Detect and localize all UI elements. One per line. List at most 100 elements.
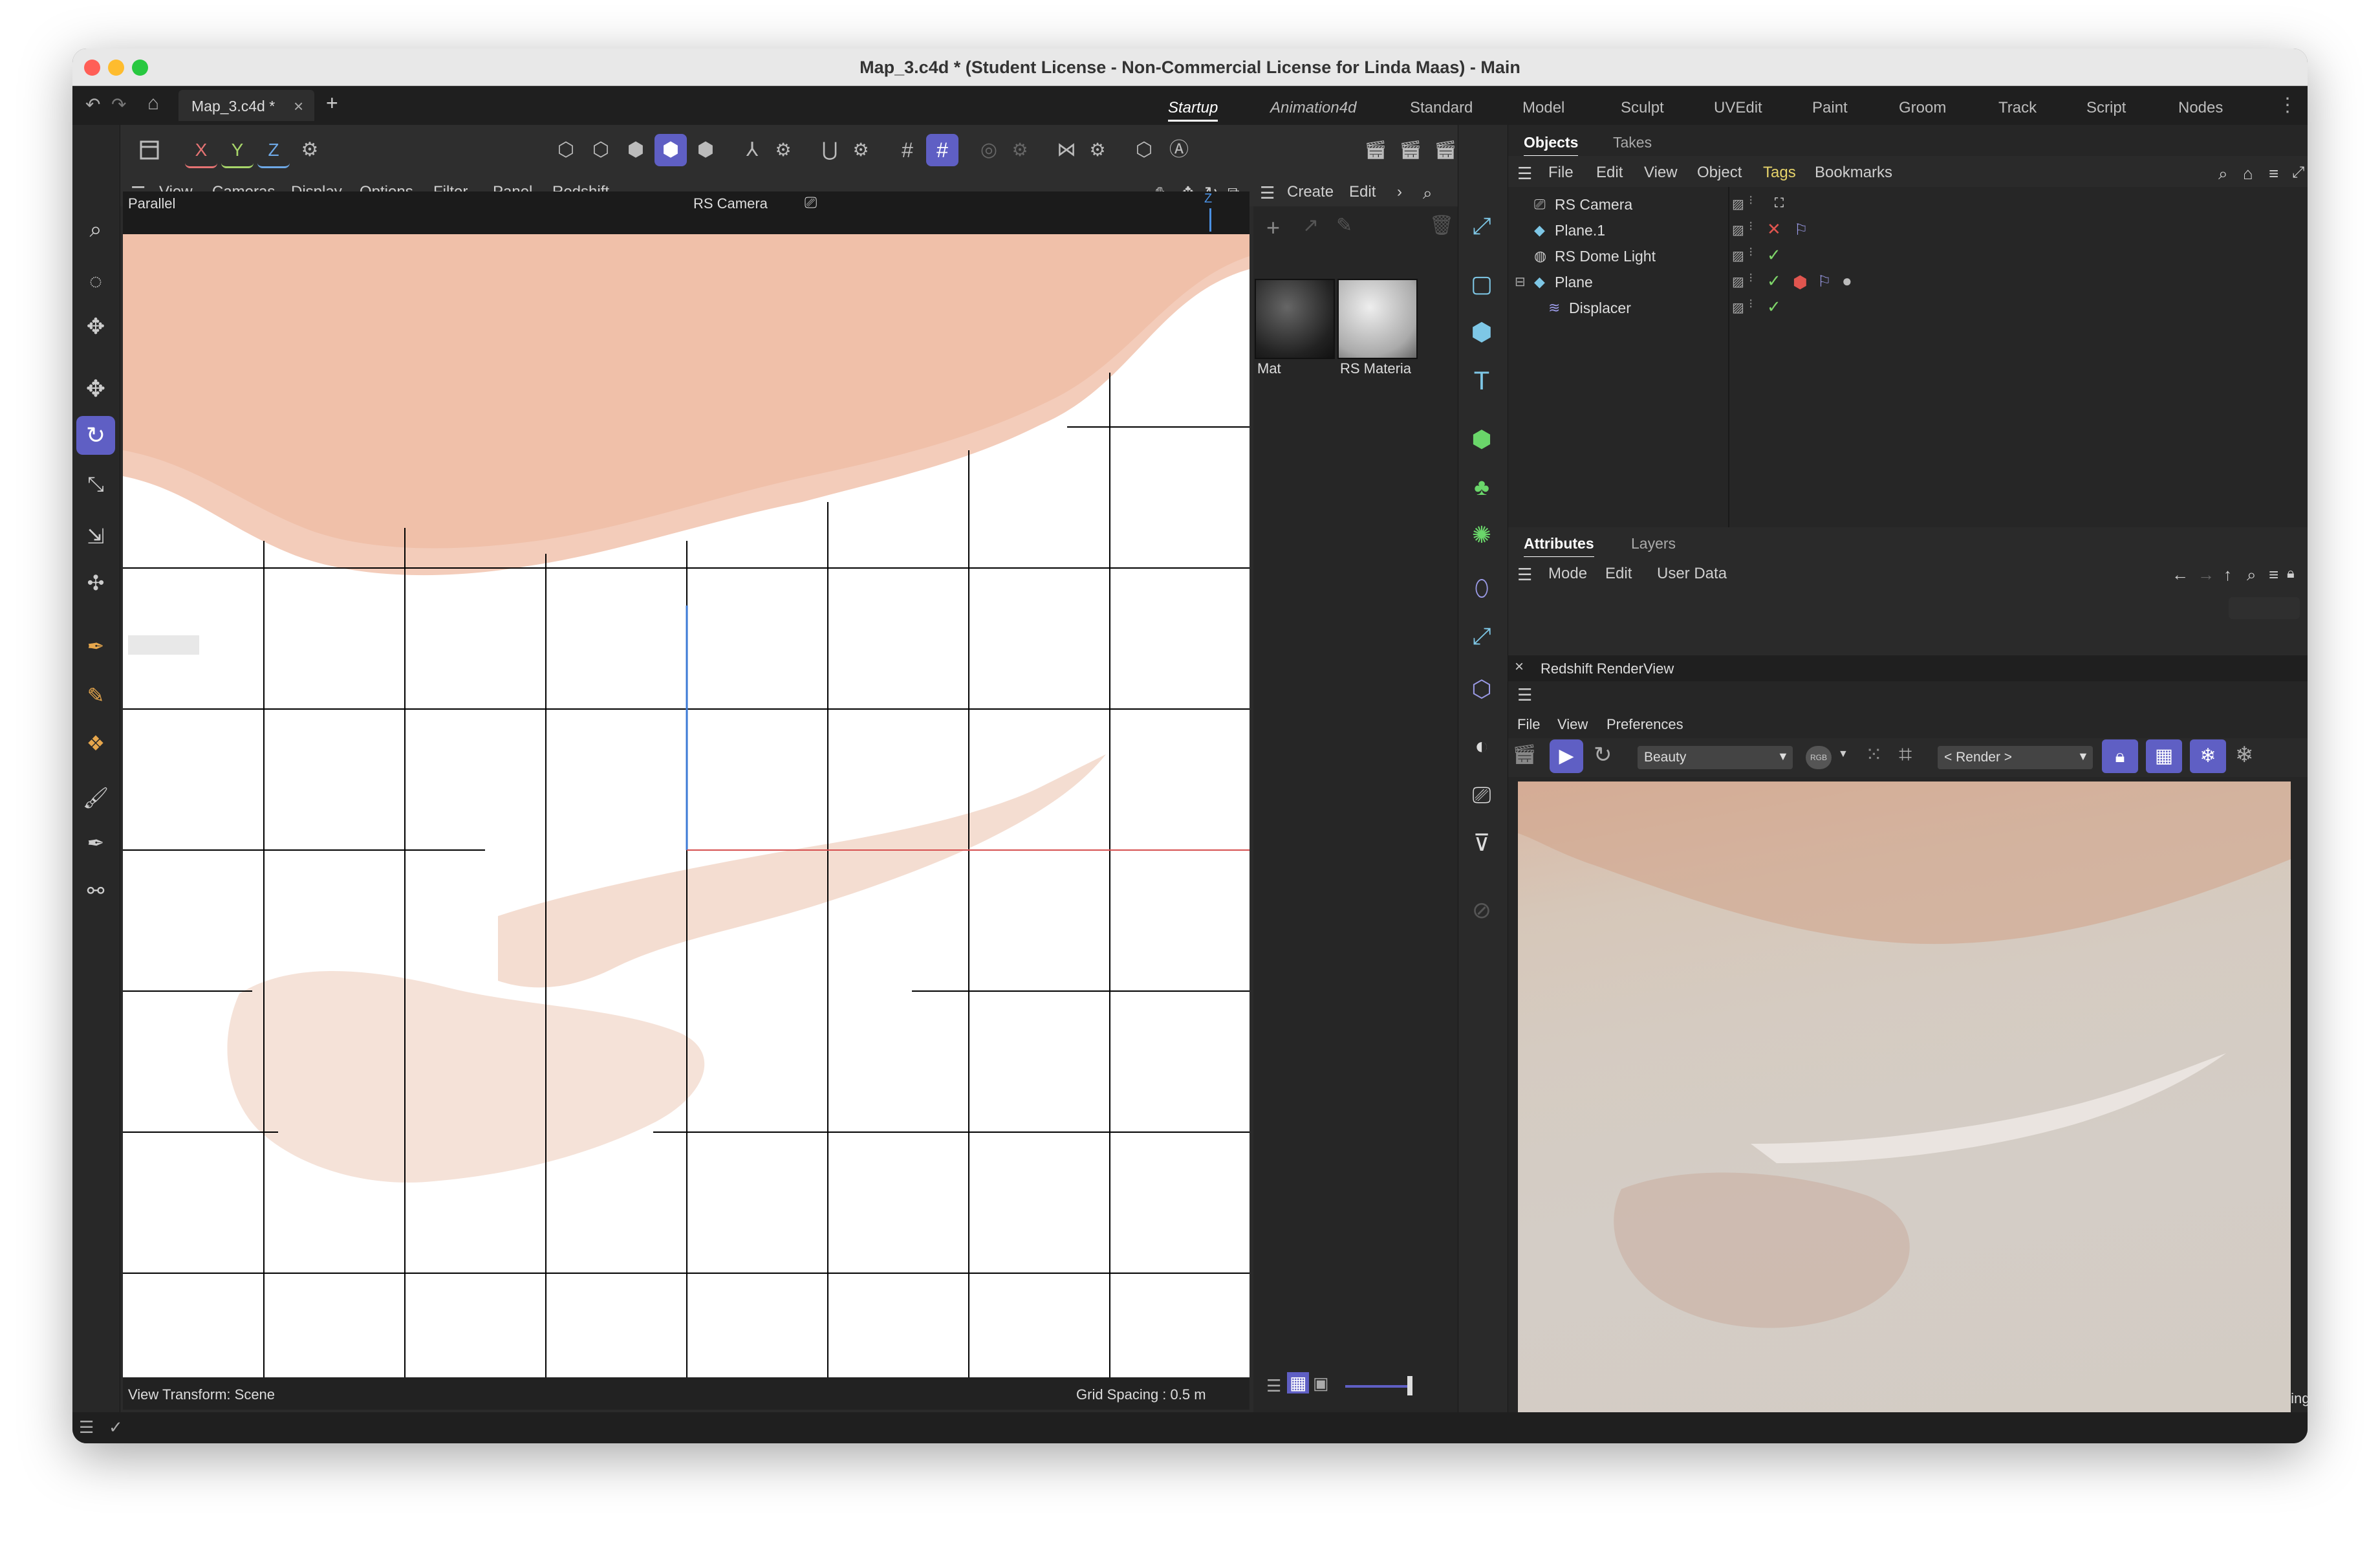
edges-mode-icon[interactable]: ⬡ [585,134,617,166]
attribute-menu-mode[interactable]: Mode [1548,565,1587,583]
eyedropper-icon[interactable]: ✎ [1336,214,1352,237]
workspace-sculpt[interactable]: Sculpt [1621,99,1664,117]
brush-icon[interactable]: 🖌︎ [76,778,115,817]
enabled-check-icon[interactable]: ✓ [1767,271,1781,291]
redo-icon[interactable]: ↷ [111,94,126,115]
status-menu-icon[interactable]: ☰ [79,1417,94,1437]
sculpt-pen-icon[interactable]: ✒ [76,824,115,862]
object-menu-tags[interactable]: Tags [1763,164,1796,182]
object-filter-icon[interactable]: ≡ [2269,164,2278,184]
null-object-icon[interactable]: ⤢ [1462,206,1501,245]
aov-select[interactable]: Beauty ▼ [1638,746,1793,769]
attribute-menu-edit[interactable]: Edit [1605,565,1632,583]
object-row-rs-camera[interactable]: ⎚ RS Camera ▨ ⁝ ⛶ [1508,192,2308,218]
document-tab[interactable]: Map_3.c4d * × [178,90,314,121]
material-menu-create[interactable]: Create [1287,183,1334,201]
more-vertical-icon[interactable]: ⋮ [2278,94,2297,116]
object-search-icon[interactable]: ⌕ [2218,164,2228,184]
uv-mode-icon[interactable]: ⬢ [689,134,722,166]
viewport-camera-label[interactable]: RS Camera [693,195,768,212]
visibility-dots-icon[interactable]: ⁝ [1749,270,1753,286]
soft-selection-settings-icon[interactable]: ⚙ [1004,134,1036,166]
effector-icon[interactable]: ✺ [1462,516,1501,554]
volume-icon[interactable]: ⬡ [1462,670,1501,708]
object-home-icon[interactable]: ⌂ [2243,164,2253,184]
document-tab-close-icon[interactable]: × [294,96,303,116]
clapper-icon[interactable]: 🎬︎ [1512,743,1537,766]
camera-icon[interactable]: ⎚ [805,194,817,212]
deformer-icon[interactable]: ⬯ [1462,569,1501,607]
texture-tag-icon[interactable]: ● [1842,271,1852,291]
start-render-icon[interactable]: ▶ [1550,739,1583,773]
renderview-menu-view[interactable]: View [1557,716,1588,733]
list-view-icon[interactable]: ☰ [1266,1376,1281,1396]
object-menu-icon[interactable]: ☰ [1517,164,1532,184]
symmetry-settings-icon[interactable]: ⚙ [1081,134,1114,166]
search-icon[interactable]: ⌕ [76,210,115,249]
lock-x-axis-button[interactable]: X [185,134,217,168]
symmetry-icon[interactable]: ⋈ [1050,134,1083,166]
workspace-nodes[interactable]: Nodes [2178,99,2223,117]
hair-tools-icon[interactable]: ⚯ [76,871,115,910]
camera-object-icon[interactable]: ⎚ [1462,776,1501,814]
transform-tool-icon[interactable]: ⇲ [76,517,115,556]
new-tab-button[interactable]: + [326,91,338,115]
render-select[interactable]: < Render > ▼ [1938,746,2093,769]
material-tag-icon[interactable]: ⬢ [1793,272,1808,292]
thumbnail-size-slider[interactable] [1345,1385,1410,1388]
material-thumbnail-mat[interactable] [1255,279,1335,359]
disabled-cross-icon[interactable]: ✕ [1767,219,1781,239]
collapse-icon[interactable]: ⊟ [1515,274,1526,290]
rgb-channel-button[interactable]: RGB [1806,746,1832,769]
workspace-standard[interactable]: Standard [1410,99,1473,117]
spline-rectangle-icon[interactable]: ▢ [1462,265,1501,303]
undo-icon[interactable]: ↶ [85,94,100,115]
renderview-menu-file[interactable]: File [1517,716,1540,733]
render-to-picture-viewer-icon[interactable]: 🎬︎ [1394,134,1427,166]
attribute-search-icon[interactable]: ⌕ [2247,565,2256,585]
axis-mode-icon[interactable]: ⅄ [736,134,768,166]
text-icon[interactable]: T [1462,362,1501,400]
object-row-plane-1[interactable]: ◆ Plane.1 ▨ ⁝ ✕ ⚐ [1508,218,2308,244]
material-menu-icon[interactable]: ☰ [1260,183,1275,203]
object-menu-object[interactable]: Object [1697,164,1742,182]
layer-icon[interactable]: ▨ [1732,196,1744,212]
object-expand-icon[interactable]: ⤢ [2292,164,2304,182]
visibility-dots-icon[interactable]: ⁝ [1749,218,1753,234]
viewport[interactable] [123,191,1250,1408]
rotate-tool-icon[interactable]: ↻ [76,416,115,455]
crop-icon[interactable]: ⌗ [1899,741,1912,769]
object-row-plane[interactable]: ⊟ ◆ Plane ▨ ⁝ ✓ ⬢ ⚐ ● [1508,270,2308,296]
tab-layers[interactable]: Layers [1631,535,1676,552]
enabled-check-icon[interactable]: ✓ [1767,245,1781,265]
add-material-icon[interactable]: + [1266,214,1280,241]
forward-arrow-icon[interactable]: → [2198,565,2214,585]
workspace-uvedit[interactable]: UVEdit [1714,99,1762,117]
attribute-filter-icon[interactable]: ≡ [2269,565,2278,585]
placement-tool-icon[interactable]: ✣ [76,563,115,602]
workspace-script[interactable]: Script [2086,99,2126,117]
generator-icon[interactable]: ⬢ [1462,420,1501,459]
render-view-icon[interactable]: 🎬︎ [1359,134,1392,166]
axis-settings-icon[interactable]: ⚙ [767,134,799,166]
move-tool-icon[interactable]: ✥ [76,369,115,408]
bucket-grid-icon[interactable]: ▦ [2146,739,2182,773]
uvw-tag-icon[interactable]: ⚐ [1817,272,1832,291]
environment-icon[interactable]: ◐ [1462,727,1501,765]
material-menu-edit[interactable]: Edit [1349,183,1376,201]
renderview-menu-preferences[interactable]: Preferences [1606,716,1683,733]
chevron-right-icon[interactable]: › [1397,183,1402,201]
attribute-lock-icon[interactable]: 🔒︎ [2287,565,2295,582]
model-mode-icon[interactable]: ⬢ [654,134,687,166]
light-object-icon[interactable]: ⊽ [1462,824,1501,862]
workspace-paint[interactable]: Paint [1812,99,1848,117]
cloner-icon[interactable]: ♣ [1462,468,1501,507]
layer-icon[interactable]: ▨ [1732,274,1744,290]
grid-snap-icon[interactable]: # [926,134,958,166]
field-icon[interactable]: ⤢ [1462,617,1501,655]
object-menu-edit[interactable]: Edit [1596,164,1623,182]
material-search-icon[interactable]: ⌕ [1423,183,1433,204]
deformers-icon[interactable]: ⬡ [1128,134,1160,166]
workspace-model[interactable]: Model [1522,99,1564,117]
visibility-dots-icon[interactable]: ⁝ [1749,244,1753,260]
